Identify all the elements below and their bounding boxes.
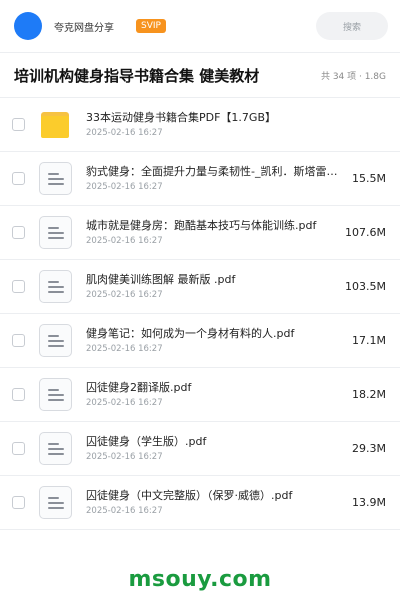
file-date: 2025-02-16 16:27 bbox=[86, 506, 163, 516]
title-bar: 培训机构健身指导书籍合集 健美教材 共 34 项 · 1.8G bbox=[0, 53, 400, 97]
file-name: 囚徒健身2翻译版.pdf bbox=[86, 381, 192, 394]
file-size: 18.2M bbox=[352, 388, 386, 401]
document-icon bbox=[38, 216, 72, 250]
file-info: 豹式健身：全面提升力量与柔韧性-_凯利．斯塔雷特_格伦．科多萨.pdf 2025… bbox=[86, 164, 344, 193]
row-checkbox[interactable] bbox=[12, 334, 25, 347]
file-name: 健身笔记：如何成为一个身材有料的人.pdf bbox=[86, 327, 295, 340]
file-size: 103.5M bbox=[345, 280, 386, 293]
search-label: 搜索 bbox=[342, 22, 361, 33]
document-icon bbox=[38, 162, 72, 196]
file-row[interactable]: 囚徒健身2翻译版.pdf 2025-02-16 16:27 18.2M bbox=[0, 368, 400, 422]
document-icon bbox=[38, 432, 72, 466]
file-date: 2025-02-16 16:27 bbox=[86, 236, 163, 246]
file-info: 囚徒健身2翻译版.pdf 2025-02-16 16:27 bbox=[86, 380, 344, 409]
file-info: 囚徒健身（学生版）.pdf 2025-02-16 16:27 bbox=[86, 434, 344, 463]
owner-name: 夸克网盘分享 bbox=[54, 22, 114, 34]
file-info: 城市就是健身房：跑酷基本技巧与体能训练.pdf 2025-02-16 16:27 bbox=[86, 218, 337, 247]
file-name: 豹式健身：全面提升力量与柔韧性-_凯利．斯塔雷特_格伦．科多萨.pdf bbox=[86, 165, 344, 178]
file-row[interactable]: 城市就是健身房：跑酷基本技巧与体能训练.pdf 2025-02-16 16:27… bbox=[0, 206, 400, 260]
file-name: 城市就是健身房：跑酷基本技巧与体能训练.pdf bbox=[86, 219, 317, 232]
file-size: 29.3M bbox=[352, 442, 386, 455]
file-date: 2025-02-16 16:27 bbox=[86, 182, 163, 192]
share-meta: 共 34 项 · 1.8G bbox=[320, 71, 386, 82]
file-info: 33本运动健身书籍合集PDF【1.7GB】 2025-02-16 16:27 bbox=[86, 110, 378, 139]
svip-badge: SVIP bbox=[136, 19, 166, 33]
top-bar: 夸克网盘分享 SVIP 搜索 bbox=[0, 0, 400, 52]
file-row-folder[interactable]: 33本运动健身书籍合集PDF【1.7GB】 2025-02-16 16:27 bbox=[0, 98, 400, 152]
document-icon bbox=[38, 270, 72, 304]
file-name: 囚徒健身（学生版）.pdf bbox=[86, 435, 207, 448]
file-name: 囚徒健身（中文完整版）（保罗·威德）.pdf bbox=[86, 489, 293, 502]
file-info: 囚徒健身（中文完整版）（保罗·威德）.pdf 2025-02-16 16:27 bbox=[86, 488, 344, 517]
file-name: 33本运动健身书籍合集PDF【1.7GB】 bbox=[86, 111, 276, 124]
row-checkbox[interactable] bbox=[12, 496, 25, 509]
file-row[interactable]: 肌肉健美训练图解 最新版 .pdf 2025-02-16 16:27 103.5… bbox=[0, 260, 400, 314]
document-icon bbox=[38, 378, 72, 412]
file-name: 肌肉健美训练图解 最新版 .pdf bbox=[86, 273, 236, 286]
row-checkbox[interactable] bbox=[12, 442, 25, 455]
file-list: 33本运动健身书籍合集PDF【1.7GB】 2025-02-16 16:27 豹… bbox=[0, 97, 400, 530]
file-date: 2025-02-16 16:27 bbox=[86, 290, 163, 300]
share-title: 培训机构健身指导书籍合集 健美教材 bbox=[14, 66, 260, 85]
file-size: 13.9M bbox=[352, 496, 386, 509]
file-row[interactable]: 健身笔记：如何成为一个身材有料的人.pdf 2025-02-16 16:27 1… bbox=[0, 314, 400, 368]
search-button[interactable]: 搜索 bbox=[316, 12, 388, 40]
file-size: 17.1M bbox=[352, 334, 386, 347]
document-icon bbox=[38, 324, 72, 358]
file-row[interactable]: 豹式健身：全面提升力量与柔韧性-_凯利．斯塔雷特_格伦．科多萨.pdf 2025… bbox=[0, 152, 400, 206]
document-icon bbox=[38, 486, 72, 520]
file-size: 107.6M bbox=[345, 226, 386, 239]
watermark: msouy.com bbox=[128, 567, 272, 592]
row-checkbox[interactable] bbox=[12, 226, 25, 239]
row-checkbox[interactable] bbox=[12, 172, 25, 185]
file-row[interactable]: 囚徒健身（学生版）.pdf 2025-02-16 16:27 29.3M bbox=[0, 422, 400, 476]
file-date: 2025-02-16 16:27 bbox=[86, 398, 163, 408]
file-size: 15.5M bbox=[352, 172, 386, 185]
row-checkbox[interactable] bbox=[12, 280, 25, 293]
row-checkbox[interactable] bbox=[12, 388, 25, 401]
file-info: 健身笔记：如何成为一个身材有料的人.pdf 2025-02-16 16:27 bbox=[86, 326, 344, 355]
file-date: 2025-02-16 16:27 bbox=[86, 452, 163, 462]
folder-icon bbox=[38, 108, 72, 142]
file-info: 肌肉健美训练图解 最新版 .pdf 2025-02-16 16:27 bbox=[86, 272, 337, 301]
file-row[interactable]: 囚徒健身（中文完整版）（保罗·威德）.pdf 2025-02-16 16:27 … bbox=[0, 476, 400, 530]
share-page: 夸克网盘分享 SVIP 搜索 培训机构健身指导书籍合集 健美教材 共 34 项 … bbox=[0, 0, 400, 600]
file-date: 2025-02-16 16:27 bbox=[86, 128, 163, 138]
row-checkbox[interactable] bbox=[12, 118, 25, 131]
avatar[interactable] bbox=[14, 12, 42, 40]
file-date: 2025-02-16 16:27 bbox=[86, 344, 163, 354]
